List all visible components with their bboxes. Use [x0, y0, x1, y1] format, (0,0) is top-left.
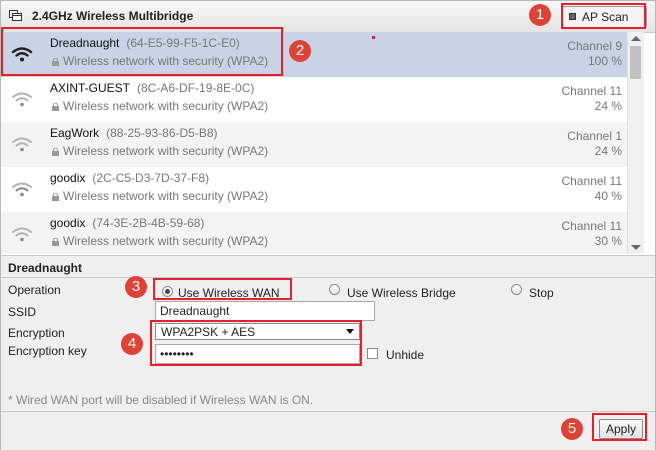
network-security: Wireless network with security (WPA2) [63, 99, 269, 113]
highlight-apply [592, 413, 647, 441]
network-signal: 100 % [587, 54, 622, 68]
network-security: Wireless network with security (WPA2) [63, 234, 269, 248]
network-security: Wireless network with security (WPA2) [63, 144, 269, 158]
highlight-operation [153, 278, 292, 300]
divider [1, 277, 655, 278]
lock-icon [52, 193, 59, 201]
lock-icon [52, 148, 59, 156]
network-row[interactable]: EagWork (88-25-93-86-D5-B8) Wireless netw… [1, 122, 627, 167]
network-channel: Channel 9 [567, 39, 622, 53]
network-ssid: EagWork [50, 126, 100, 140]
network-row[interactable]: goodix (74-3E-2B-4B-59-68) Wireless netwo… [1, 212, 627, 254]
radio-stop[interactable] [511, 284, 522, 295]
network-ssid: goodix [50, 216, 86, 230]
radio-wireless-bridge-label[interactable]: Use Wireless Bridge [347, 286, 456, 300]
highlight-encryption [150, 320, 362, 366]
network-bssid: (88-25-93-86-D5-B8) [106, 126, 218, 140]
network-channel: Channel 11 [561, 174, 623, 188]
footer-bar: Apply [1, 411, 655, 450]
window-stack-icon [9, 10, 22, 21]
wifi-signal-icon [12, 92, 32, 107]
scroll-up-arrow-icon[interactable] [631, 36, 641, 41]
highlight-selected-network [1, 27, 283, 76]
lock-icon [52, 103, 59, 111]
network-row[interactable]: AXINT-GUEST (8C-A6-DF-19-8E-0C) Wireless … [1, 77, 627, 122]
callout-badge: 5 [561, 418, 583, 440]
unhide-label[interactable]: Unhide [386, 348, 424, 362]
radio-stop-label[interactable]: Stop [529, 286, 554, 300]
network-bssid: (8C-A6-DF-19-8E-0C) [137, 81, 255, 95]
wifi-signal-icon [12, 182, 32, 197]
network-channel: Channel 11 [561, 219, 623, 233]
wifi-signal-icon [12, 227, 32, 242]
network-channel: Channel 1 [567, 129, 622, 143]
operation-label: Operation [8, 283, 61, 297]
callout-badge: 3 [125, 276, 147, 298]
encryption-label: Encryption [8, 326, 65, 340]
network-ssid: goodix [50, 171, 86, 185]
network-ssid: AXINT-GUEST [50, 81, 131, 95]
network-channel: Channel 11 [561, 84, 623, 98]
callout-badge: 4 [121, 333, 143, 355]
unhide-checkbox[interactable] [367, 348, 378, 359]
network-signal: 24 % [594, 144, 622, 158]
network-signal: 40 % [594, 189, 622, 203]
wifi-signal-icon [12, 137, 32, 152]
radio-wireless-bridge[interactable] [329, 284, 340, 295]
list-scrollbar[interactable] [627, 32, 644, 254]
callout-badge: 2 [289, 40, 311, 62]
red-marker [372, 36, 375, 39]
highlight-ap-scan [561, 3, 646, 29]
network-bssid: (2C-C5-D3-7D-37-F8) [92, 171, 210, 185]
wan-note: * Wired WAN port will be disabled if Wir… [8, 393, 314, 407]
lock-icon [52, 238, 59, 246]
details-title: Dreadnaught [8, 261, 83, 275]
ssid-label: SSID [8, 305, 37, 319]
network-signal: 24 % [594, 99, 622, 113]
network-signal: 30 % [594, 234, 622, 248]
ssid-field[interactable]: Dreadnaught [155, 301, 375, 321]
network-security: Wireless network with security (WPA2) [63, 189, 269, 203]
encryption-key-label: Encryption key [8, 344, 87, 358]
scrollbar-thumb[interactable] [630, 46, 641, 79]
network-row[interactable]: goodix (2C-C5-D3-7D-37-F8) Wireless netwo… [1, 167, 627, 212]
panel-title: 2.4GHz Wireless Multibridge [32, 9, 194, 23]
network-bssid: (74-3E-2B-4B-59-68) [92, 216, 205, 230]
scroll-down-arrow-icon[interactable] [631, 245, 641, 250]
callout-badge: 1 [529, 4, 551, 26]
